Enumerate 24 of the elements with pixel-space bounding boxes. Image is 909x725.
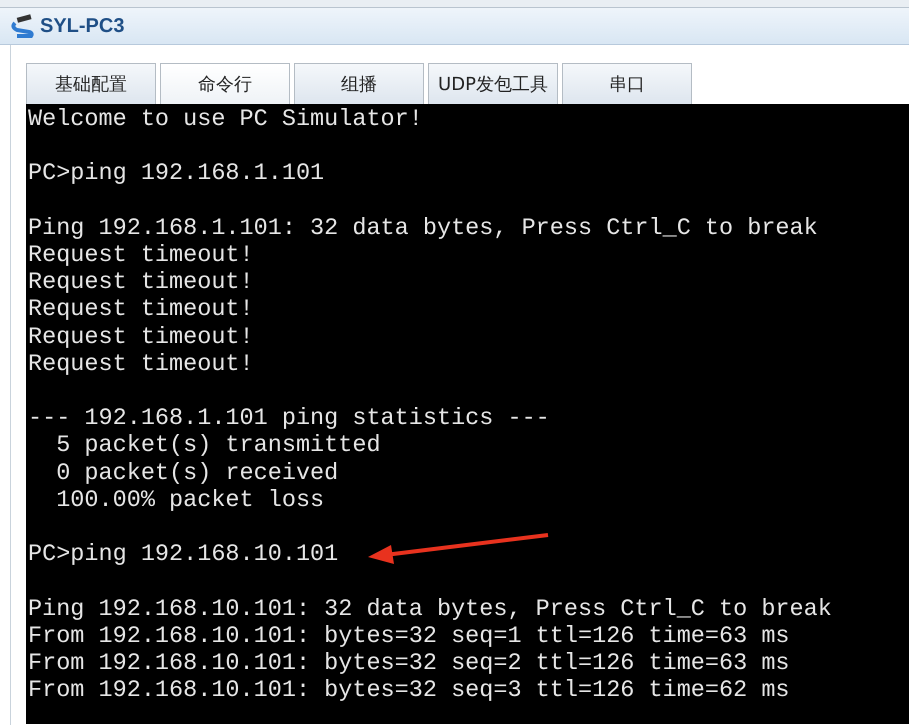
tab[interactable]: 串口 [562,63,692,104]
console-line: 5 packet(s) transmitted [55,432,381,460]
console-line: --- 192.168.1.101 ping statistics --- [28,405,550,432]
console-line: 100.00% packet loss [55,486,324,514]
console-line: Request timeout! [28,350,254,378]
console-line: Ping 192.168.1.101: 32 data bytes, Press Ctrl_C to break [28,214,818,242]
console-line: From 192.168.10.101: bytes=32 seq=2 ttl=126 time=63 ms [28,650,790,678]
console-line: Request timeout! [28,296,254,324]
console-line: PC>ping 192.168.10.101 [28,541,338,568]
tab[interactable]: 组播 [294,63,424,104]
console-line: Request timeout! [28,324,254,351]
console-line: Ping 192.168.10.101: 32 data bytes, Press Ctrl_C to break [28,596,832,623]
window-title: SYL-PC3 [40,14,124,39]
app-icon [10,14,36,38]
tab[interactable]: 基础配置 [26,63,156,104]
console-line: Request timeout! [28,269,254,296]
console-line: 0 packet(s) received [55,460,338,487]
console-line: Request timeout! [28,242,254,270]
tab[interactable]: 命令行 [160,63,290,104]
console-line: From 192.168.10.101: bytes=32 seq=1 ttl=126 time=63 ms [28,622,790,650]
console-line: From 192.168.10.101: bytes=32 seq=3 ttl=126 time=62 ms [28,677,790,704]
console-line: Welcome to use PC Simulator! [28,106,423,134]
tab[interactable]: UDP发包工具 [428,63,558,104]
console-line: PC>ping 192.168.1.101 [28,160,324,188]
